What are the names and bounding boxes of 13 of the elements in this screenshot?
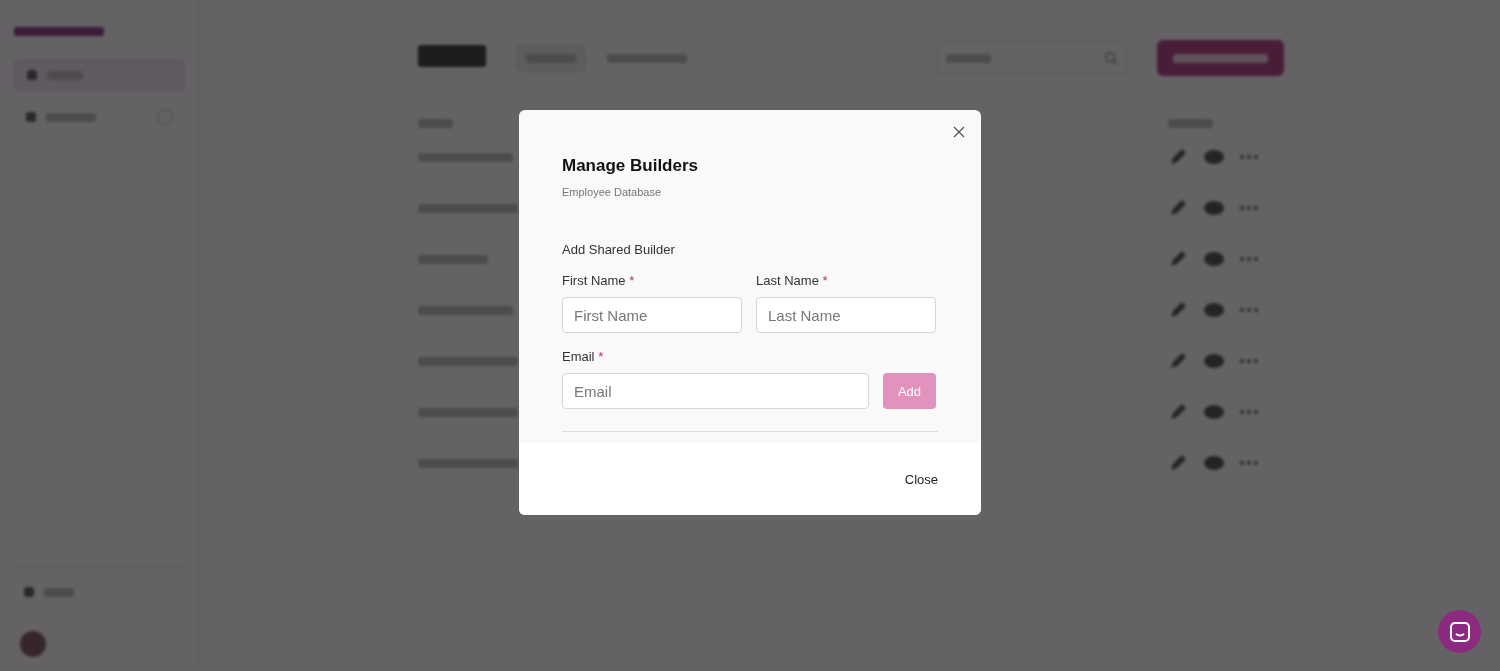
field-label: Last Name *: [756, 273, 829, 288]
field-label: First Name *: [562, 273, 636, 288]
section-title: Add Shared Builder: [562, 242, 676, 257]
input-field[interactable]: Email: [562, 373, 869, 409]
input-field[interactable]: Last Name: [756, 297, 936, 333]
close-icon[interactable]: [953, 126, 965, 138]
dialog-title: Manage Builders: [562, 156, 700, 176]
input-field[interactable]: First Name: [562, 297, 742, 333]
chat-icon: [1449, 621, 1470, 642]
close-button[interactable]: Close: [904, 465, 938, 493]
dialog-subtitle: Employee Database: [562, 186, 663, 198]
chat-button[interactable]: [1438, 610, 1481, 653]
field-label: Email *: [562, 349, 605, 364]
